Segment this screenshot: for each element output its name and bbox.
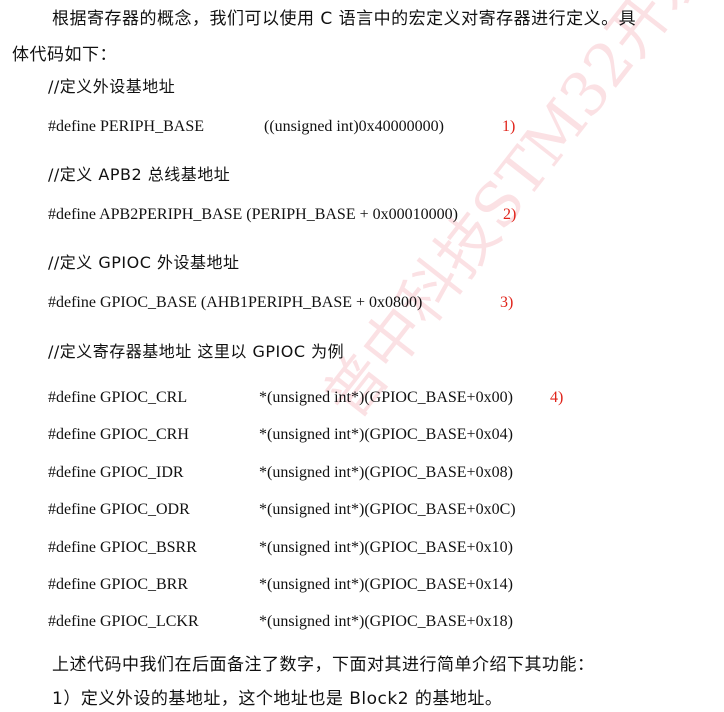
define-gpioc-base: #define GPIOC_BASE (AHB1PERIPH_BASE + 0x…	[48, 294, 423, 311]
define-periph-base-value: ((unsigned int)0x40000000)	[264, 118, 444, 135]
define-apb2-base: #define APB2PERIPH_BASE (PERIPH_BASE + 0…	[48, 206, 458, 223]
marker-4: 4)	[550, 389, 564, 406]
comment-gpioc-base: //定义 GPIOC 外设基地址	[48, 253, 240, 272]
marker-1: 1)	[502, 118, 516, 135]
intro-line-2: 体代码如下：	[12, 45, 117, 65]
register-value: *(unsigned int*)(GPIOC_BASE+0x14)	[259, 576, 513, 593]
register-name: #define GPIOC_IDR	[48, 464, 184, 481]
register-value: *(unsigned int*)(GPIOC_BASE+0x0C)	[259, 501, 516, 518]
register-value: *(unsigned int*)(GPIOC_BASE+0x04)	[259, 426, 513, 443]
comment-periph-base: //定义外设基地址	[48, 77, 176, 96]
register-name: #define GPIOC_CRH	[48, 426, 189, 443]
comment-apb2-base: //定义 APB2 总线基地址	[48, 165, 231, 184]
register-value: *(unsigned int*)(GPIOC_BASE+0x10)	[259, 539, 513, 556]
register-value: *(unsigned int*)(GPIOC_BASE+0x08)	[259, 464, 513, 481]
register-name: #define GPIOC_ODR	[48, 501, 190, 518]
register-value: *(unsigned int*)(GPIOC_BASE+0x00)	[259, 389, 513, 406]
marker-3: 3)	[500, 294, 514, 311]
register-name: #define GPIOC_LCKR	[48, 613, 199, 630]
outro-line-2: 1）定义外设的基地址，这个地址也是 Block2 的基地址。	[52, 689, 503, 709]
register-value: *(unsigned int*)(GPIOC_BASE+0x18)	[259, 613, 513, 630]
register-name: #define GPIOC_BSRR	[48, 539, 197, 556]
outro-line-1: 上述代码中我们在后面备注了数字，下面对其进行简单介绍下其功能：	[52, 655, 595, 675]
comment-register-base: //定义寄存器基地址 这里以 GPIOC 为例	[48, 342, 345, 361]
register-name: #define GPIOC_CRL	[48, 389, 188, 406]
intro-line-1: 根据寄存器的概念，我们可以使用 C 语言中的宏定义对寄存器进行定义。具	[52, 9, 637, 29]
register-name: #define GPIOC_BRR	[48, 576, 188, 593]
define-periph-base-name: #define PERIPH_BASE	[48, 118, 204, 135]
marker-2: 2)	[503, 206, 517, 223]
